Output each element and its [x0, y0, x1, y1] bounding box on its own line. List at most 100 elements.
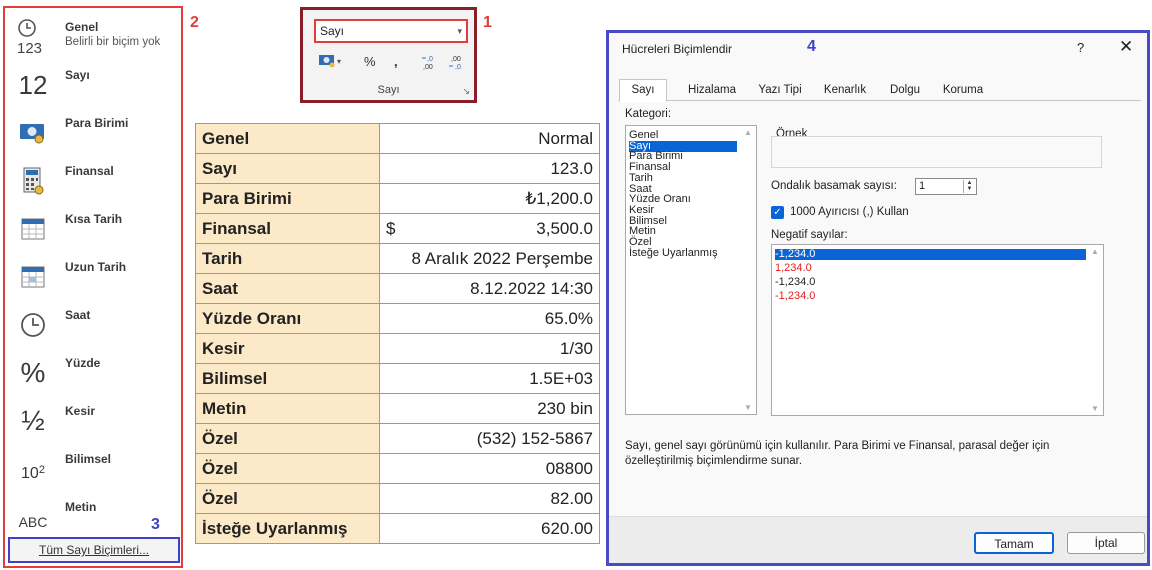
format-example-cell[interactable]: 8 Aralık 2022 Perşembe — [379, 243, 600, 274]
gallery-item-yuzde[interactable]: % Yüzde — [5, 348, 181, 396]
marker-2: 2 — [190, 14, 199, 31]
format-example-cell[interactable]: Normal — [379, 123, 600, 154]
negative-format-item[interactable]: -1,234.0 — [775, 291, 815, 302]
chevron-down-icon: ▾ — [457, 26, 462, 36]
abc-icon: ABC — [13, 498, 53, 536]
ribbon-group-label: Sayı — [377, 84, 400, 96]
format-example-cell[interactable]: (532) 152-5867 — [379, 423, 600, 454]
format-example-cell[interactable]: ₺1,200.0 — [379, 183, 600, 214]
cancel-button[interactable]: İptal — [1067, 532, 1145, 554]
icon-glyph-abc: ABC — [18, 514, 48, 530]
money-icon: ▾ — [319, 55, 341, 68]
format-name-cell[interactable]: Özel — [195, 423, 380, 454]
negative-format-item[interactable]: -1,234.0 — [775, 277, 815, 288]
format-name-cell[interactable]: Özel — [195, 483, 380, 514]
tab-hizalama[interactable]: Hizalama — [679, 79, 745, 102]
format-example-cell[interactable]: 230 bin — [379, 393, 600, 424]
format-name-cell[interactable]: İsteğe Uyarlanmış — [195, 513, 380, 544]
gallery-label: Genel — [65, 20, 99, 34]
category-item[interactable]: İsteğe Uyarlanmış — [629, 247, 718, 259]
scroll-up-icon[interactable]: ▲ — [742, 128, 754, 137]
svg-text:,0: ,0 — [455, 64, 461, 71]
gallery-item-uzun-tarih[interactable]: Uzun Tarih — [5, 252, 181, 300]
clock-123-icon: 123 — [13, 18, 53, 56]
format-name-cell[interactable]: Sayı — [195, 153, 380, 184]
tab-koruma[interactable]: Koruma — [933, 79, 993, 102]
scroll-down-icon[interactable]: ▼ — [1089, 404, 1101, 413]
svg-text:,00: ,00 — [423, 64, 433, 71]
sample-box — [771, 136, 1102, 168]
scroll-down-icon[interactable]: ▼ — [742, 403, 754, 412]
scroll-up-icon[interactable]: ▲ — [1089, 247, 1101, 256]
format-example-cell[interactable]: 82.00 — [379, 483, 600, 514]
negative-format-item[interactable]: 1,234.0 — [775, 263, 812, 274]
gallery-label: Para Birimi — [65, 116, 129, 130]
format-example-cell[interactable]: 8.12.2022 14:30 — [379, 273, 600, 304]
gallery-item-sayi[interactable]: 12 Sayı — [5, 60, 181, 108]
table-row: Para Birimi ₺1,200.0 — [195, 183, 600, 214]
negative-format-item[interactable]: -1,234.0 — [775, 249, 1086, 260]
format-name-cell[interactable]: Tarih — [195, 243, 380, 274]
gallery-label: Saat — [65, 308, 91, 322]
format-name-cell[interactable]: Genel — [195, 123, 380, 154]
number-format-dropdown[interactable]: Sayı ▾ — [314, 19, 468, 43]
icon-glyph-exp: 2 — [38, 464, 45, 476]
gallery-item-finansal[interactable]: Finansal — [5, 156, 181, 204]
decrease-decimal-button[interactable]: ,00,0 — [447, 54, 467, 75]
category-scrollbar[interactable]: ▲ ▼ — [742, 128, 754, 412]
dialog-launcher-icon[interactable]: ↘ — [462, 86, 470, 97]
format-example-cell[interactable]: 123.0 — [379, 153, 600, 184]
gallery-item-kesir[interactable]: ½ Kesir — [5, 396, 181, 444]
format-example-cell[interactable]: 1/30 — [379, 333, 600, 364]
category-list[interactable]: Genel Sayı Para Birimi Finansal Tarih Saat Yüz… — [625, 125, 757, 415]
format-name-cell[interactable]: Kesir — [195, 333, 380, 364]
thousand-separator-label: 1000 Ayırıcısı (,) Kullan — [790, 206, 909, 218]
format-example-cell[interactable]: 08800 — [379, 453, 600, 484]
format-name-cell[interactable]: Özel — [195, 453, 380, 484]
gallery-item-genel[interactable]: 123 Genel Belirli bir biçim yok — [5, 12, 181, 60]
table-row: Bilimsel 1.5E+03 — [195, 363, 600, 394]
spinner-icon[interactable]: ▲ ▼ — [963, 180, 975, 193]
gallery-item-saat[interactable]: Saat — [5, 300, 181, 348]
gallery-item-para-birimi[interactable]: Para Birimi — [5, 108, 181, 156]
tab-sayi[interactable]: Sayı — [619, 79, 667, 102]
tab-kenarlik[interactable]: Kenarlık — [813, 79, 877, 102]
close-icon[interactable]: ✕ — [1119, 37, 1133, 57]
format-name-cell[interactable]: Yüzde Oranı — [195, 303, 380, 334]
percent-style-button[interactable]: % — [364, 54, 376, 69]
ok-button[interactable]: Tamam — [974, 532, 1054, 554]
negative-numbers-list[interactable]: -1,234.0 1,234.0 -1,234.0 -1,234.0 ▲ ▼ — [771, 244, 1104, 416]
category-label: Kategori: — [625, 108, 672, 120]
gallery-label: Bilimsel — [65, 452, 112, 466]
tab-dolgu[interactable]: Dolgu — [879, 79, 931, 102]
calendar-short-icon — [13, 210, 53, 248]
format-example-cell[interactable]: 1.5E+03 — [379, 363, 600, 394]
table-row: Özel 08800 — [195, 453, 600, 484]
gallery-label: Kesir — [65, 404, 96, 418]
tab-yazi-tipi[interactable]: Yazı Tipi — [749, 79, 811, 102]
format-name-cell[interactable]: Para Birimi — [195, 183, 380, 214]
comma-style-button[interactable]: , — [394, 54, 398, 69]
format-name-cell[interactable]: Saat — [195, 273, 380, 304]
decimal-places-value: 1 — [919, 180, 926, 192]
more-number-formats-button[interactable]: Tüm Sayı Biçimleri... — [8, 537, 180, 563]
format-example-cell[interactable]: 65.0% — [379, 303, 600, 334]
accounting-format-button[interactable]: ▾ — [318, 54, 344, 71]
negative-scrollbar[interactable]: ▲ ▼ — [1089, 247, 1101, 413]
gallery-item-kisa-tarih[interactable]: Kısa Tarih — [5, 204, 181, 252]
increase-decimal-button[interactable]: ,0,00 — [421, 54, 441, 75]
help-icon[interactable]: ? — [1077, 40, 1084, 55]
format-name-cell[interactable]: Bilimsel — [195, 363, 380, 394]
currency-symbol: $ — [386, 218, 396, 238]
thousand-separator-checkbox[interactable]: ✓ — [771, 206, 784, 219]
table-row: Özel 82.00 — [195, 483, 600, 514]
format-name-cell[interactable]: Metin — [195, 393, 380, 424]
format-cells-dialog: Hücreleri Biçimlendir 4 ? ✕ Sayı Hizalam… — [606, 30, 1150, 566]
icon-glyph-123: 123 — [17, 40, 42, 56]
format-name-cell[interactable]: Finansal — [195, 213, 380, 244]
gallery-item-bilimsel[interactable]: 10 2 Bilimsel — [5, 444, 181, 492]
format-example-cell[interactable]: 620.00 — [379, 513, 600, 544]
gallery-label: Kısa Tarih — [65, 212, 123, 226]
format-example-cell[interactable]: $3,500.0 — [379, 213, 600, 244]
decimal-places-input[interactable]: 1 ▲ ▼ — [915, 178, 977, 195]
